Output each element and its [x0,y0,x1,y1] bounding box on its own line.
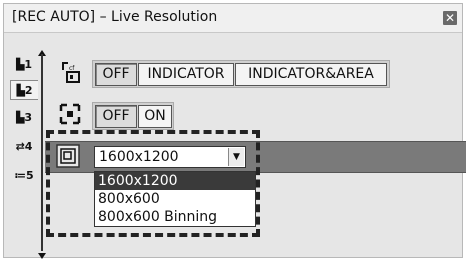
swap-4-icon: ⇄4 [15,140,33,153]
camera-3-icon: ▙3 [15,111,33,124]
tab-camera-1[interactable]: ▙1 [10,55,38,75]
scroll-down-arrow-icon[interactable] [38,253,46,259]
tab-camera-3[interactable]: ▙3 [10,108,38,128]
tab-camera-2[interactable]: ▙2 [10,80,38,100]
title-bar: [REC AUTO] – Live Resolution ✕ [4,4,462,33]
highlight-dashed-frame [46,130,260,237]
focus-indicator-icon: cf [62,62,80,83]
tab-swap-4[interactable]: ⇄4 [10,137,38,157]
scrollbar-track[interactable] [41,54,43,251]
area-frame-off-button[interactable]: OFF [95,105,137,128]
area-frame-icon [59,103,81,125]
camera-1-icon: ▙1 [15,58,33,71]
close-icon[interactable]: ✕ [443,11,457,25]
svg-text:cf: cf [69,65,75,72]
indicator-off-button[interactable]: OFF [95,63,137,86]
settings-5-icon: ≔5 [14,169,34,182]
area-frame-on-button[interactable]: ON [138,105,172,128]
indicator-button[interactable]: INDICATOR [138,63,234,86]
window-title: [REC AUTO] – Live Resolution [12,9,218,25]
tab-settings-5[interactable]: ≔5 [10,166,38,186]
camera-2-icon: ▙2 [16,84,33,97]
indicator-and-area-button[interactable]: INDICATOR&AREA [235,63,387,86]
